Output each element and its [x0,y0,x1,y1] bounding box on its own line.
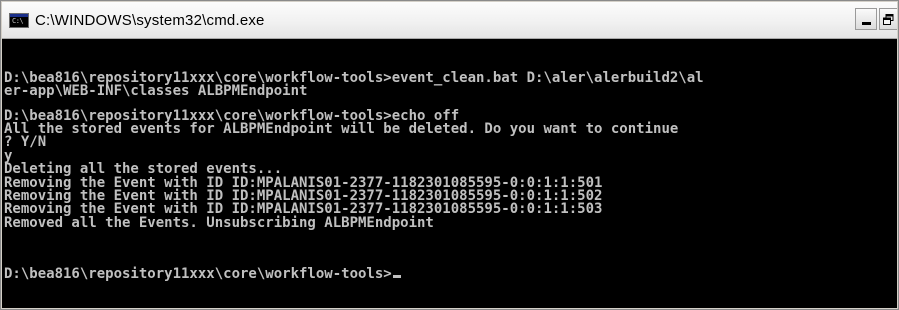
minimize-icon [861,21,871,25]
restore-button[interactable] [879,8,897,30]
title-bar[interactable]: C:\ C:\WINDOWS\system32\cmd.exe [2,2,897,39]
console-line: ? Y/N [4,134,47,151]
minimize-button[interactable] [855,8,877,30]
console-output[interactable]: D:\bea816\repository11xxx\core\workflow-… [2,39,897,308]
cmd-window: C:\ C:\WINDOWS\system32\cmd.exe D:\bea81… [0,0,899,310]
console-line: Removed all the Events. Unsubscribing AL… [4,214,434,231]
console-line: er-app\WEB-INF\classes ALBPMEndpoint [4,83,308,100]
text-cursor [392,274,401,278]
console-app-icon[interactable]: C:\ [9,12,29,28]
console-line: All the stored events for ALBPMEndpoint … [4,120,679,137]
prompt-text: D:\bea816\repository11xxx\core\workflow-… [4,265,392,282]
window-controls [855,8,897,30]
prompt-line: D:\bea816\repository11xxx\core\workflow-… [4,265,897,282]
restore-icon [883,13,894,25]
app-icon-text: C:\ [12,16,24,25]
console-blocks: D:\bea816\repository11xxx\core\workflow-… [4,71,897,241]
window-title: C:\WINDOWS\system32\cmd.exe [35,11,265,29]
